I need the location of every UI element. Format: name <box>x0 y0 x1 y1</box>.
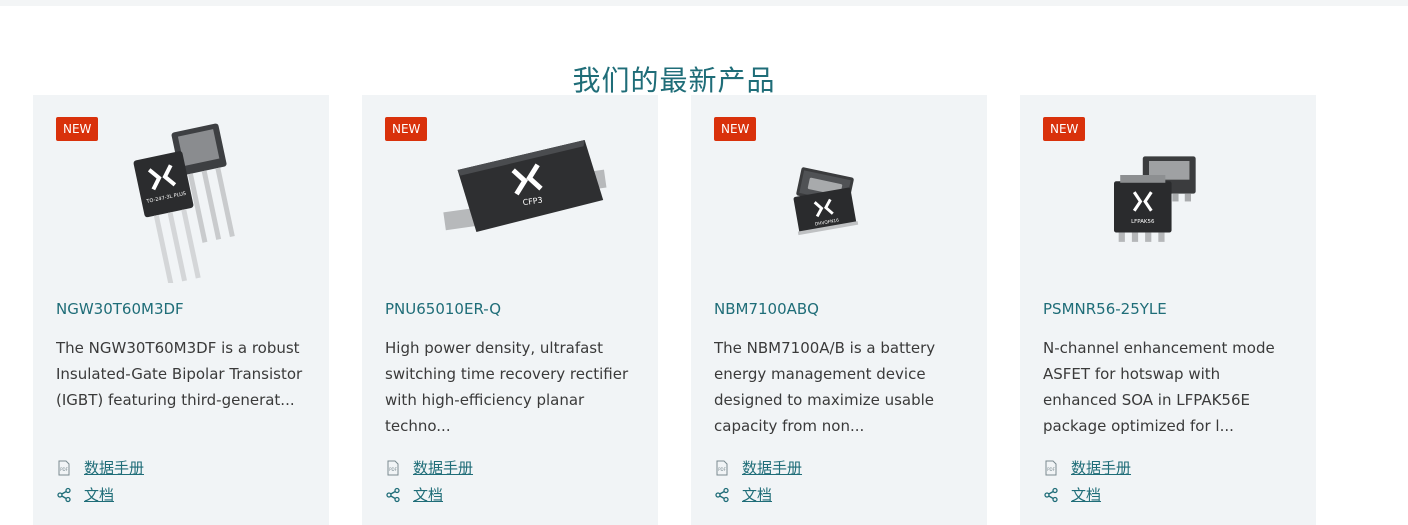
documents-link[interactable]: 文档 <box>385 484 443 505</box>
product-image[interactable]: DHVQFN16 <box>786 123 916 283</box>
product-card[interactable]: NEW DHVQFN16 NBM7100ABQ The NBM7100A/B i… <box>691 95 987 525</box>
datasheet-label[interactable]: 数据手册 <box>742 457 802 478</box>
documents-link[interactable]: 文档 <box>714 484 772 505</box>
documents-label[interactable]: 文档 <box>742 484 772 505</box>
documents-label[interactable]: 文档 <box>413 484 443 505</box>
datasheet-label[interactable]: 数据手册 <box>413 457 473 478</box>
datasheet-link[interactable]: PDF 数据手册 <box>714 457 802 478</box>
product-cards: NEW TO-247-3L PLUS NGW30T60M3DF The NGW3… <box>33 95 1316 525</box>
svg-text:PDF: PDF <box>60 467 68 472</box>
datasheet-link[interactable]: PDF 数据手册 <box>385 457 473 478</box>
product-image[interactable]: LFPAK56 <box>1100 123 1240 283</box>
svg-text:PDF: PDF <box>389 467 397 472</box>
documents-link[interactable]: 文档 <box>1043 484 1101 505</box>
section-title: 我们的最新产品 <box>572 64 776 98</box>
datasheet-label[interactable]: 数据手册 <box>1071 457 1131 478</box>
new-badge: NEW <box>714 117 757 141</box>
pdf-icon: PDF <box>716 460 728 475</box>
product-image[interactable]: TO-247-3L PLUS <box>93 123 273 283</box>
product-description: The NBM7100A/B is a battery energy manag… <box>714 339 936 435</box>
datasheet-link[interactable]: PDF 数据手册 <box>1043 457 1131 478</box>
package-label: LFPAK56 <box>1131 219 1155 225</box>
new-badge: NEW <box>1043 117 1086 141</box>
product-image[interactable]: CFP3 <box>420 123 610 283</box>
svg-text:PDF: PDF <box>718 467 726 472</box>
share-icon <box>57 487 71 502</box>
documents-label[interactable]: 文档 <box>84 484 114 505</box>
product-name[interactable]: PNU65010ER-Q <box>385 300 501 318</box>
product-name[interactable]: PSMNR56-25YLE <box>1043 300 1167 318</box>
product-card[interactable]: NEW CFP3 PNU65010ER-Q High power density… <box>362 95 658 525</box>
datasheet-link[interactable]: PDF 数据手册 <box>56 457 144 478</box>
pdf-icon: PDF <box>1045 460 1057 475</box>
share-icon <box>1044 487 1058 502</box>
pdf-icon: PDF <box>58 460 70 475</box>
product-description: The NGW30T60M3DF is a robust Insulated-G… <box>56 339 303 409</box>
svg-text:PDF: PDF <box>1047 467 1055 472</box>
product-card[interactable]: NEW TO-247-3L PLUS NGW30T60M3DF The NGW3… <box>33 95 329 525</box>
product-description: N-channel enhancement mode ASFET for hot… <box>1043 339 1275 435</box>
top-bar <box>0 0 1408 6</box>
product-name[interactable]: NBM7100ABQ <box>714 300 819 318</box>
share-icon <box>386 487 400 502</box>
datasheet-label[interactable]: 数据手册 <box>84 457 144 478</box>
product-name[interactable]: NGW30T60M3DF <box>56 300 184 318</box>
pdf-icon: PDF <box>387 460 399 475</box>
documents-label[interactable]: 文档 <box>1071 484 1101 505</box>
share-icon <box>715 487 729 502</box>
product-card[interactable]: NEW LFPAK56 PSMNR56-25YLE N-channel enha… <box>1020 95 1316 525</box>
product-description: High power density, ultrafast switching … <box>385 339 629 435</box>
documents-link[interactable]: 文档 <box>56 484 114 505</box>
